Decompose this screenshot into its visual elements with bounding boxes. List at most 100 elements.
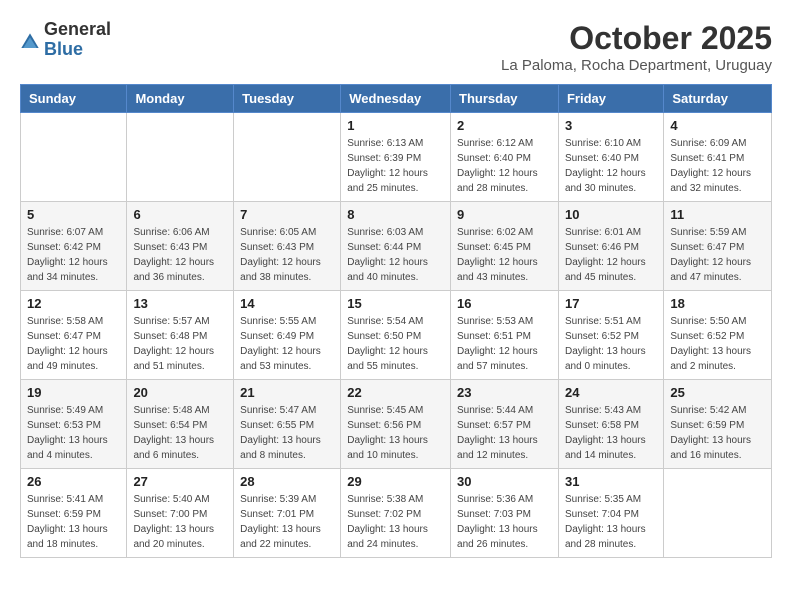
day-number: 5 bbox=[27, 207, 120, 222]
day-info: Sunrise: 5:38 AM Sunset: 7:02 PM Dayligh… bbox=[347, 492, 444, 552]
calendar-cell: 14 Sunrise: 5:55 AM Sunset: 6:49 PM Dayli… bbox=[234, 291, 341, 380]
day-info: Sunrise: 6:06 AM Sunset: 6:43 PM Dayligh… bbox=[133, 225, 227, 285]
calendar-cell: 27 Sunrise: 5:40 AM Sunset: 7:00 PM Dayli… bbox=[127, 469, 234, 558]
calendar-cell: 11 Sunrise: 5:59 AM Sunset: 6:47 PM Dayli… bbox=[664, 202, 772, 291]
day-info: Sunrise: 6:10 AM Sunset: 6:40 PM Dayligh… bbox=[565, 136, 657, 196]
day-number: 17 bbox=[565, 296, 657, 311]
day-info: Sunrise: 6:03 AM Sunset: 6:44 PM Dayligh… bbox=[347, 225, 444, 285]
calendar-cell: 30Sunrise: 5:36 AM Sunset: 7:03 PM Dayli… bbox=[451, 469, 559, 558]
calendar-cell: 3 Sunrise: 6:10 AM Sunset: 6:40 PM Daylig… bbox=[558, 113, 663, 202]
day-number: 30 bbox=[457, 474, 552, 489]
calendar-cell: 23 Sunrise: 5:44 AM Sunset: 6:57 PM Dayli… bbox=[451, 380, 559, 469]
calendar-cell: 29 Sunrise: 5:38 AM Sunset: 7:02 PM Dayli… bbox=[341, 469, 451, 558]
day-info: Sunrise: 5:39 AM Sunset: 7:01 PM Dayligh… bbox=[240, 492, 334, 552]
day-number: 24 bbox=[565, 385, 657, 400]
calendar-cell: 2Sunrise: 6:12 AM Sunset: 6:40 PM Daylig… bbox=[451, 113, 559, 202]
calendar-cell: 10 Sunrise: 6:01 AM Sunset: 6:46 PM Dayli… bbox=[558, 202, 663, 291]
calendar-cell: 1 Sunrise: 6:13 AM Sunset: 6:39 PM Daylig… bbox=[341, 113, 451, 202]
day-number: 11 bbox=[670, 207, 765, 222]
day-info: Sunrise: 5:50 AM Sunset: 6:52 PM Dayligh… bbox=[670, 314, 765, 374]
calendar-cell: 20 Sunrise: 5:48 AM Sunset: 6:54 PM Dayli… bbox=[127, 380, 234, 469]
calendar-cell: 17 Sunrise: 5:51 AM Sunset: 6:52 PM Dayli… bbox=[558, 291, 663, 380]
day-number: 1 bbox=[347, 118, 444, 133]
logo: General Blue bbox=[20, 20, 111, 60]
day-info: Sunrise: 6:09 AM Sunset: 6:41 PM Dayligh… bbox=[670, 136, 765, 196]
day-number: 26 bbox=[27, 474, 120, 489]
day-info: Sunrise: 5:45 AM Sunset: 6:56 PM Dayligh… bbox=[347, 403, 444, 463]
day-number: 4 bbox=[670, 118, 765, 133]
day-info: Sunrise: 5:42 AM Sunset: 6:59 PM Dayligh… bbox=[670, 403, 765, 463]
calendar-cell: 18 Sunrise: 5:50 AM Sunset: 6:52 PM Dayli… bbox=[664, 291, 772, 380]
calendar-cell bbox=[127, 113, 234, 202]
day-number: 14 bbox=[240, 296, 334, 311]
day-info: Sunrise: 5:55 AM Sunset: 6:49 PM Dayligh… bbox=[240, 314, 334, 374]
calendar-cell: 28 Sunrise: 5:39 AM Sunset: 7:01 PM Dayli… bbox=[234, 469, 341, 558]
day-number: 18 bbox=[670, 296, 765, 311]
day-number: 6 bbox=[133, 207, 227, 222]
day-header-saturday: Saturday bbox=[664, 85, 772, 113]
day-number: 20 bbox=[133, 385, 227, 400]
day-number: 28 bbox=[240, 474, 334, 489]
day-info: Sunrise: 5:48 AM Sunset: 6:54 PM Dayligh… bbox=[133, 403, 227, 463]
calendar-cell bbox=[21, 113, 127, 202]
day-number: 27 bbox=[133, 474, 227, 489]
calendar-cell: 15 Sunrise: 5:54 AM Sunset: 6:50 PM Dayli… bbox=[341, 291, 451, 380]
day-info: Sunrise: 6:05 AM Sunset: 6:43 PM Dayligh… bbox=[240, 225, 334, 285]
calendar-cell: 8 Sunrise: 6:03 AM Sunset: 6:44 PM Daylig… bbox=[341, 202, 451, 291]
day-info: Sunrise: 5:57 AM Sunset: 6:48 PM Dayligh… bbox=[133, 314, 227, 374]
day-header-thursday: Thursday bbox=[451, 85, 559, 113]
calendar-week-row: 12 Sunrise: 5:58 AM Sunset: 6:47 PM Dayli… bbox=[21, 291, 772, 380]
day-info: Sunrise: 5:59 AM Sunset: 6:47 PM Dayligh… bbox=[670, 225, 765, 285]
day-number: 19 bbox=[27, 385, 120, 400]
day-header-tuesday: Tuesday bbox=[234, 85, 341, 113]
calendar-cell: 12 Sunrise: 5:58 AM Sunset: 6:47 PM Dayli… bbox=[21, 291, 127, 380]
day-number: 3 bbox=[565, 118, 657, 133]
calendar-cell: 6 Sunrise: 6:06 AM Sunset: 6:43 PM Daylig… bbox=[127, 202, 234, 291]
day-info: Sunrise: 6:12 AM Sunset: 6:40 PM Dayligh… bbox=[457, 136, 552, 196]
day-info: Sunrise: 5:35 AM Sunset: 7:04 PM Dayligh… bbox=[565, 492, 657, 552]
logo-blue: Blue bbox=[44, 40, 111, 60]
day-header-friday: Friday bbox=[558, 85, 663, 113]
day-number: 12 bbox=[27, 296, 120, 311]
calendar-week-row: 5Sunrise: 6:07 AM Sunset: 6:42 PM Daylig… bbox=[21, 202, 772, 291]
day-info: Sunrise: 5:54 AM Sunset: 6:50 PM Dayligh… bbox=[347, 314, 444, 374]
day-info: Sunrise: 5:40 AM Sunset: 7:00 PM Dayligh… bbox=[133, 492, 227, 552]
location-subtitle: La Paloma, Rocha Department, Uruguay bbox=[501, 57, 772, 74]
day-info: Sunrise: 6:02 AM Sunset: 6:45 PM Dayligh… bbox=[457, 225, 552, 285]
day-info: Sunrise: 6:01 AM Sunset: 6:46 PM Dayligh… bbox=[565, 225, 657, 285]
calendar-cell: 25Sunrise: 5:42 AM Sunset: 6:59 PM Dayli… bbox=[664, 380, 772, 469]
calendar-cell: 31Sunrise: 5:35 AM Sunset: 7:04 PM Dayli… bbox=[558, 469, 663, 558]
day-info: Sunrise: 5:41 AM Sunset: 6:59 PM Dayligh… bbox=[27, 492, 120, 552]
calendar-cell: 9 Sunrise: 6:02 AM Sunset: 6:45 PM Daylig… bbox=[451, 202, 559, 291]
calendar-cell: 4 Sunrise: 6:09 AM Sunset: 6:41 PM Daylig… bbox=[664, 113, 772, 202]
day-number: 21 bbox=[240, 385, 334, 400]
calendar-cell: 5Sunrise: 6:07 AM Sunset: 6:42 PM Daylig… bbox=[21, 202, 127, 291]
day-number: 15 bbox=[347, 296, 444, 311]
day-number: 10 bbox=[565, 207, 657, 222]
day-number: 9 bbox=[457, 207, 552, 222]
day-info: Sunrise: 5:58 AM Sunset: 6:47 PM Dayligh… bbox=[27, 314, 120, 374]
logo-general: General bbox=[44, 20, 111, 40]
calendar-header-row: SundayMondayTuesdayWednesdayThursdayFrid… bbox=[21, 85, 772, 113]
day-info: Sunrise: 5:53 AM Sunset: 6:51 PM Dayligh… bbox=[457, 314, 552, 374]
calendar-cell: 16Sunrise: 5:53 AM Sunset: 6:51 PM Dayli… bbox=[451, 291, 559, 380]
calendar-week-row: 19Sunrise: 5:49 AM Sunset: 6:53 PM Dayli… bbox=[21, 380, 772, 469]
day-info: Sunrise: 5:44 AM Sunset: 6:57 PM Dayligh… bbox=[457, 403, 552, 463]
calendar-cell: 19Sunrise: 5:49 AM Sunset: 6:53 PM Dayli… bbox=[21, 380, 127, 469]
day-number: 23 bbox=[457, 385, 552, 400]
title-block: October 2025 La Paloma, Rocha Department… bbox=[501, 20, 772, 74]
day-info: Sunrise: 5:51 AM Sunset: 6:52 PM Dayligh… bbox=[565, 314, 657, 374]
day-number: 8 bbox=[347, 207, 444, 222]
calendar-cell: 13Sunrise: 5:57 AM Sunset: 6:48 PM Dayli… bbox=[127, 291, 234, 380]
day-number: 7 bbox=[240, 207, 334, 222]
calendar-cell bbox=[664, 469, 772, 558]
day-info: Sunrise: 5:43 AM Sunset: 6:58 PM Dayligh… bbox=[565, 403, 657, 463]
day-info: Sunrise: 6:13 AM Sunset: 6:39 PM Dayligh… bbox=[347, 136, 444, 196]
day-info: Sunrise: 5:47 AM Sunset: 6:55 PM Dayligh… bbox=[240, 403, 334, 463]
calendar-cell: 24 Sunrise: 5:43 AM Sunset: 6:58 PM Dayli… bbox=[558, 380, 663, 469]
calendar-table: SundayMondayTuesdayWednesdayThursdayFrid… bbox=[20, 84, 772, 558]
day-header-wednesday: Wednesday bbox=[341, 85, 451, 113]
month-title: October 2025 bbox=[501, 20, 772, 57]
logo-text: General Blue bbox=[44, 20, 111, 60]
day-number: 29 bbox=[347, 474, 444, 489]
